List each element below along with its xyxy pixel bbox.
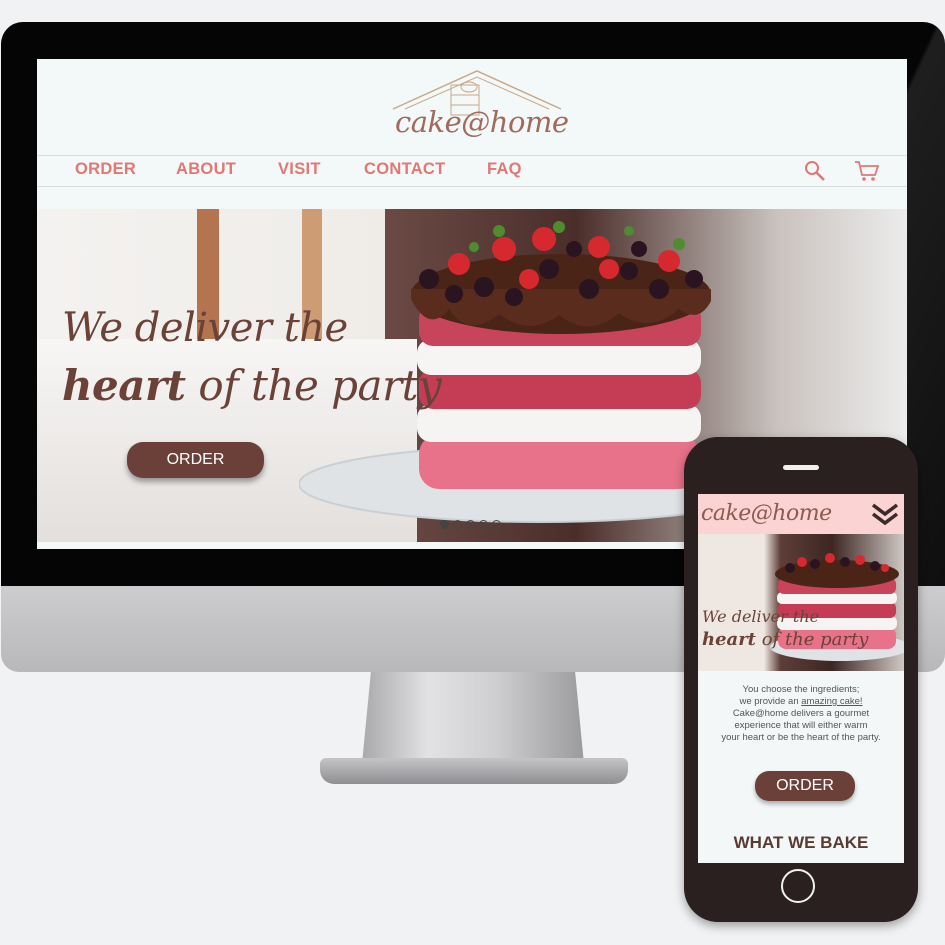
mobile-hero-title-rest: of the party [756, 629, 869, 650]
mobile-hero-title-bold: heart [702, 629, 756, 650]
carousel-dot[interactable] [492, 520, 501, 529]
carousel-dot[interactable] [440, 520, 449, 529]
carousel-dots [440, 520, 501, 529]
mobile-logo[interactable]: cake@home [701, 501, 832, 526]
monitor-stand [362, 672, 584, 764]
intro-line: we provide an amazing cake! [698, 696, 904, 708]
hero-order-button[interactable]: ORDER [127, 442, 264, 478]
carousel-dot[interactable] [453, 520, 462, 529]
nav-faq[interactable]: FAQ [487, 160, 522, 179]
monitor-stand-base [320, 758, 628, 784]
hero-title-line1: We deliver the [62, 305, 348, 351]
nav-about[interactable]: ABOUT [176, 160, 236, 179]
search-icon[interactable] [804, 160, 826, 182]
intro-line: You choose the ingredients; [742, 684, 860, 695]
intro-line: Cake@home delivers a gourmet [732, 708, 870, 719]
site-logo-text: cake@home [395, 105, 569, 139]
main-nav: ORDER ABOUT VISIT CONTACT FAQ [37, 155, 907, 187]
carousel-dot[interactable] [479, 520, 488, 529]
cart-icon[interactable] [854, 160, 880, 182]
mobile-hero: We deliver the heart of the party [698, 534, 904, 671]
mobile-intro-text: You choose the ingredients; we provide a… [698, 684, 904, 744]
site-logo[interactable]: cake@home [387, 65, 569, 149]
mobile-hero-title-line1: We deliver the [702, 607, 820, 626]
intro-line: your heart or be the heart of the party. [721, 732, 881, 743]
phone-speaker [783, 465, 819, 470]
hero-title-line2: heart of the party [62, 361, 442, 410]
nav-visit[interactable]: VISIT [278, 160, 321, 179]
amazing-cake-link[interactable]: amazing cake! [801, 696, 862, 707]
carousel-dot[interactable] [466, 520, 475, 529]
intro-line-text: we provide an [739, 696, 802, 707]
nav-contact[interactable]: CONTACT [364, 160, 446, 179]
mobile-order-button[interactable]: ORDER [755, 771, 855, 801]
double-chevron-down-icon[interactable] [870, 502, 900, 526]
nav-order[interactable]: ORDER [75, 160, 136, 179]
mobile-screen: cake@home We deliver the heart of the pa… [698, 494, 904, 863]
intro-line: experience that will either warm [734, 720, 868, 731]
mobile-header: cake@home [698, 494, 904, 534]
mobile-phone: cake@home We deliver the heart of the pa… [684, 437, 918, 922]
mobile-hero-title-line2: heart of the party [702, 629, 868, 650]
phone-home-button[interactable] [781, 869, 815, 903]
mobile-section-title: WHAT WE BAKE [733, 833, 869, 852]
hero-title-bold: heart [62, 361, 186, 410]
hero-title-rest: of the party [185, 361, 442, 410]
